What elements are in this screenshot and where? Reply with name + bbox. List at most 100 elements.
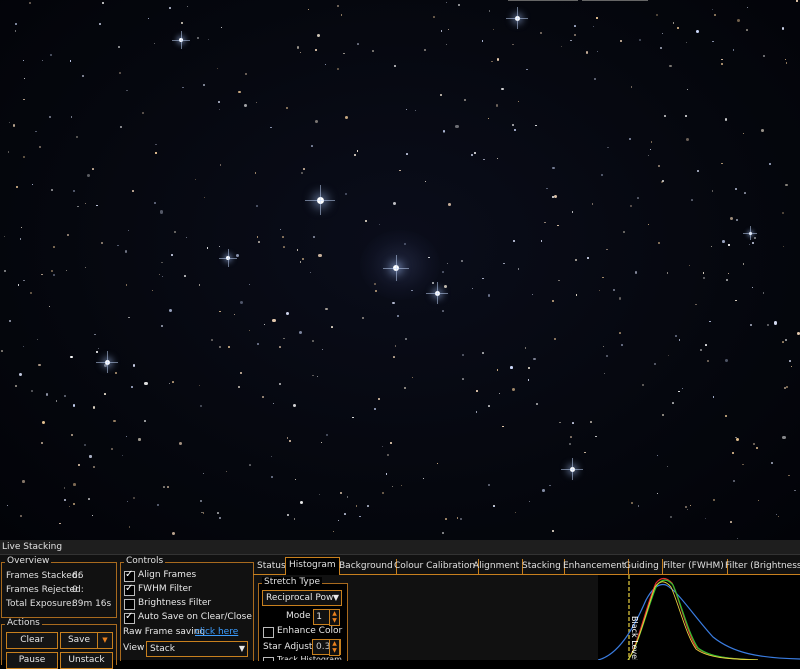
star (153, 42, 155, 44)
star (8, 121, 10, 124)
tab-filter-brightness[interactable]: Filter (Brightness) (722, 559, 800, 574)
star (445, 2, 447, 4)
star (637, 505, 640, 507)
star (237, 385, 240, 389)
star (405, 108, 407, 111)
star (551, 196, 554, 198)
stretch-type-title: Stretch Type (262, 577, 322, 588)
star (362, 316, 365, 319)
star (696, 29, 700, 33)
save-button[interactable]: Save (60, 632, 98, 649)
star-spike (395, 254, 397, 282)
star (446, 263, 448, 265)
brightness-filter-checkbox[interactable] (124, 599, 135, 610)
enhance-color-checkbox[interactable] (263, 627, 274, 638)
tab-colour-calibration[interactable]: Colour Calibration (391, 559, 480, 574)
histogram-plot[interactable]: Black Level (598, 575, 800, 660)
clear-button[interactable]: Clear (6, 632, 58, 649)
star (751, 287, 753, 289)
star (796, 0, 798, 2)
raw-frame-saving-link[interactable]: click here (195, 627, 238, 638)
star (685, 115, 688, 118)
star (496, 58, 500, 61)
star (249, 464, 251, 467)
tab-background[interactable]: Background (336, 559, 397, 574)
star (641, 383, 644, 386)
star (206, 247, 209, 249)
star (4, 235, 6, 238)
star (114, 371, 118, 375)
view-select[interactable]: Stack ▼ (146, 641, 248, 657)
star (172, 531, 176, 535)
star (658, 165, 661, 168)
star (152, 289, 154, 292)
star (393, 355, 396, 358)
tab-filter-fwhm[interactable]: Filter (FWHM) (660, 559, 728, 574)
star (621, 344, 623, 346)
star (207, 38, 210, 40)
star (72, 404, 76, 407)
star (166, 486, 169, 488)
star (392, 301, 395, 304)
star (662, 413, 665, 416)
star (517, 100, 520, 103)
mode-spinner-buttons[interactable]: ▲ ▼ (329, 609, 340, 626)
tab-stacking[interactable]: Stacking (519, 559, 565, 574)
save-dropdown-button[interactable]: ▼ (97, 632, 113, 649)
star (219, 310, 221, 312)
star (148, 17, 150, 19)
star (731, 451, 735, 455)
star (216, 67, 219, 69)
star (226, 470, 228, 473)
star (544, 221, 547, 224)
unstack-button[interactable]: Unstack (60, 652, 113, 669)
star (533, 358, 536, 361)
pause-button[interactable]: Pause (6, 652, 58, 669)
star (270, 455, 272, 457)
star (203, 196, 206, 198)
star (584, 451, 587, 454)
star (422, 478, 424, 480)
star (302, 168, 305, 171)
star (461, 260, 464, 263)
star (258, 241, 260, 244)
star (794, 489, 797, 492)
star (528, 366, 530, 369)
star (394, 64, 397, 68)
star (475, 411, 478, 413)
star (399, 170, 401, 172)
star (23, 345, 25, 348)
black-level-label: Black Level (630, 616, 639, 660)
auto-save-checkbox[interactable] (124, 611, 135, 624)
stack-image-viewport[interactable] (0, 0, 800, 540)
star (551, 529, 555, 533)
star (496, 369, 499, 371)
star (696, 170, 699, 173)
star (297, 46, 300, 49)
star (742, 132, 744, 135)
star (456, 517, 458, 519)
fwhm-filter-checkbox[interactable] (124, 583, 135, 596)
star (187, 5, 189, 7)
frames-rejected-value: 0 (72, 585, 78, 595)
fwhm-filter-label: FWHM Filter (138, 584, 192, 594)
star (734, 299, 737, 302)
star (686, 508, 689, 511)
stretch-type-select[interactable]: Reciprocal Pow ▼ (262, 590, 342, 606)
star (433, 15, 435, 18)
star (654, 363, 657, 366)
align-frames-checkbox[interactable] (124, 569, 135, 582)
star (359, 515, 361, 517)
star (688, 265, 691, 267)
track-histogram-checkbox[interactable] (263, 657, 274, 661)
star (59, 522, 61, 525)
star (656, 455, 658, 457)
star (483, 158, 485, 161)
tab-enhancement[interactable]: Enhancement (560, 559, 630, 574)
star (314, 120, 318, 124)
tab-guiding[interactable]: Guiding (621, 559, 663, 574)
tab-histogram[interactable]: Histogram (285, 557, 340, 575)
star (705, 517, 707, 519)
tab-alignment[interactable]: Alignment (470, 559, 524, 574)
star (575, 259, 578, 261)
